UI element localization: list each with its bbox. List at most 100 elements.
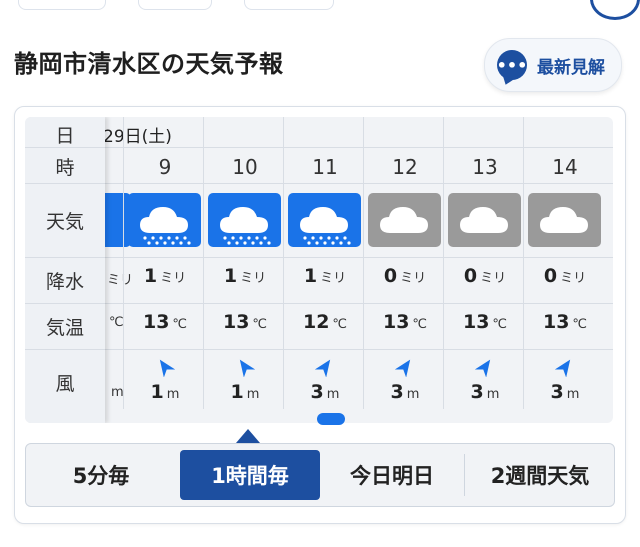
- hourly-forecast-table[interactable]: 29日(土) ミリ ℃ m 9 1 ミリ 13 ℃ 1 m 10 1 ミリ 13 ℃ 1 m 11 1 ミリ 12…: [25, 117, 613, 423]
- row-divider: [25, 349, 613, 350]
- precip-cell: 1 ミリ: [285, 265, 365, 287]
- temp-row-label: 気温: [45, 317, 84, 339]
- wind-cell: 3m: [285, 381, 365, 403]
- page-title: 静岡市清水区の天気予報: [14, 50, 284, 78]
- precip-value: 0: [383, 265, 398, 287]
- precip-cell: 1 ミリ: [205, 265, 285, 287]
- column-divider: [523, 117, 524, 147]
- wind-arrow-icon: [445, 357, 525, 379]
- hour-cell: 13: [472, 155, 498, 179]
- top-tab-3[interactable]: [244, 0, 334, 10]
- wind-arrow-icon: [525, 357, 605, 379]
- hour-cell: 9: [158, 155, 172, 179]
- precip-unit: ミリ: [240, 271, 267, 286]
- precip-unit: ミリ: [480, 271, 507, 286]
- latest-commentary-label: 最新見解: [537, 57, 605, 78]
- wind-arrow-icon: [285, 357, 365, 379]
- wind-value: 1: [150, 381, 164, 403]
- column-divider: [203, 117, 204, 147]
- temp-unit: ℃: [572, 317, 588, 332]
- temp-value: 13: [382, 311, 410, 333]
- hour-cell: 11: [312, 155, 338, 179]
- column-divider: [123, 147, 124, 409]
- wind-arrow-icon: [125, 357, 205, 379]
- wind-unit: m: [406, 387, 420, 402]
- precip-unit: ミリ: [400, 271, 427, 286]
- precip-row-label: 降水: [45, 271, 84, 293]
- wind-arrow-icon: [205, 357, 285, 379]
- wind-value: 1: [230, 381, 244, 403]
- hour-cell: 12: [392, 155, 418, 179]
- rain-cloud-icon: [128, 193, 201, 247]
- wind-row-label: 風: [55, 373, 75, 395]
- temp-value: 13: [462, 311, 490, 333]
- wind-value: 3: [470, 381, 484, 403]
- tab-2weeks[interactable]: 2週間天気: [466, 444, 614, 506]
- precip-cell: 0 ミリ: [525, 265, 605, 287]
- weather-row-label: 天気: [45, 211, 84, 233]
- temp-cell: 13 ℃: [365, 311, 445, 333]
- date-row: 29日(土): [25, 117, 613, 147]
- precip-cell: 1 ミリ: [125, 265, 205, 287]
- temp-unit: ℃: [172, 317, 188, 332]
- active-tab-pointer: [236, 429, 260, 443]
- top-tab-1[interactable]: [18, 0, 106, 10]
- wind-cell: 1m: [125, 381, 205, 403]
- column-divider: [363, 147, 364, 409]
- cloud-icon: [528, 193, 601, 247]
- column-divider: [523, 147, 524, 409]
- column-divider: [123, 117, 124, 147]
- latest-commentary-button[interactable]: ••• 最新見解: [484, 38, 622, 92]
- tab-5min[interactable]: 5分毎: [26, 444, 176, 506]
- temp-unit-partial: ℃: [109, 315, 124, 330]
- precip-unit: ミリ: [160, 271, 187, 286]
- forecast-card: 29日(土) ミリ ℃ m 9 1 ミリ 13 ℃ 1 m 10 1 ミリ 13 ℃ 1 m 11 1 ミリ 12…: [14, 106, 626, 524]
- column-divider: [283, 147, 284, 409]
- temp-value: 13: [142, 311, 170, 333]
- temp-cell: 12 ℃: [285, 311, 365, 333]
- wind-unit: m: [566, 387, 580, 402]
- wind-value: 3: [310, 381, 324, 403]
- precip-value: 0: [543, 265, 558, 287]
- wind-unit: m: [326, 387, 340, 402]
- precip-value: 1: [223, 265, 238, 287]
- top-tab-2[interactable]: [138, 0, 212, 10]
- wind-unit-partial: m: [111, 385, 124, 400]
- tab-today-tomorrow[interactable]: 今日明日: [322, 444, 462, 506]
- tab-hourly[interactable]: 1時間毎: [180, 450, 320, 500]
- wind-cell: 3m: [365, 381, 445, 403]
- date-row-label: 日: [55, 125, 75, 147]
- temp-cell: 13 ℃: [525, 311, 605, 333]
- top-circle-button[interactable]: [590, 0, 640, 20]
- row-divider: [25, 183, 613, 184]
- column-divider: [203, 147, 204, 409]
- row-label-column: 日 時 天気 降水 気温 風: [25, 117, 105, 423]
- rain-cloud-icon: [208, 193, 281, 247]
- precip-unit: ミリ: [560, 271, 587, 286]
- precip-cell: 0 ミリ: [445, 265, 525, 287]
- scroll-indicator[interactable]: [317, 413, 345, 425]
- column-divider: [443, 147, 444, 409]
- hour-cell: 10: [232, 155, 258, 179]
- precip-cell: 0 ミリ: [365, 265, 445, 287]
- cloud-icon: [368, 193, 441, 247]
- precip-value: 1: [143, 265, 158, 287]
- tab-divider: [464, 454, 465, 496]
- precip-value: 0: [463, 265, 478, 287]
- date-value: 29日(土): [103, 127, 172, 147]
- temp-cell: 13 ℃: [125, 311, 205, 333]
- wind-cell: 1m: [205, 381, 285, 403]
- row-divider: [25, 257, 613, 258]
- wind-cell: 3m: [445, 381, 525, 403]
- wind-arrow-icon: [365, 357, 445, 379]
- precip-unit: ミリ: [320, 271, 347, 286]
- temp-unit: ℃: [252, 317, 268, 332]
- speech-bubble-icon: •••: [497, 50, 527, 80]
- rain-cloud-icon: [288, 193, 361, 247]
- temp-unit: ℃: [492, 317, 508, 332]
- temp-value: 13: [222, 311, 250, 333]
- wind-value: 3: [550, 381, 564, 403]
- column-divider: [443, 117, 444, 147]
- wind-unit: m: [486, 387, 500, 402]
- forecast-mode-tabs: 5分毎 1時間毎 今日明日 2週間天気: [25, 443, 615, 507]
